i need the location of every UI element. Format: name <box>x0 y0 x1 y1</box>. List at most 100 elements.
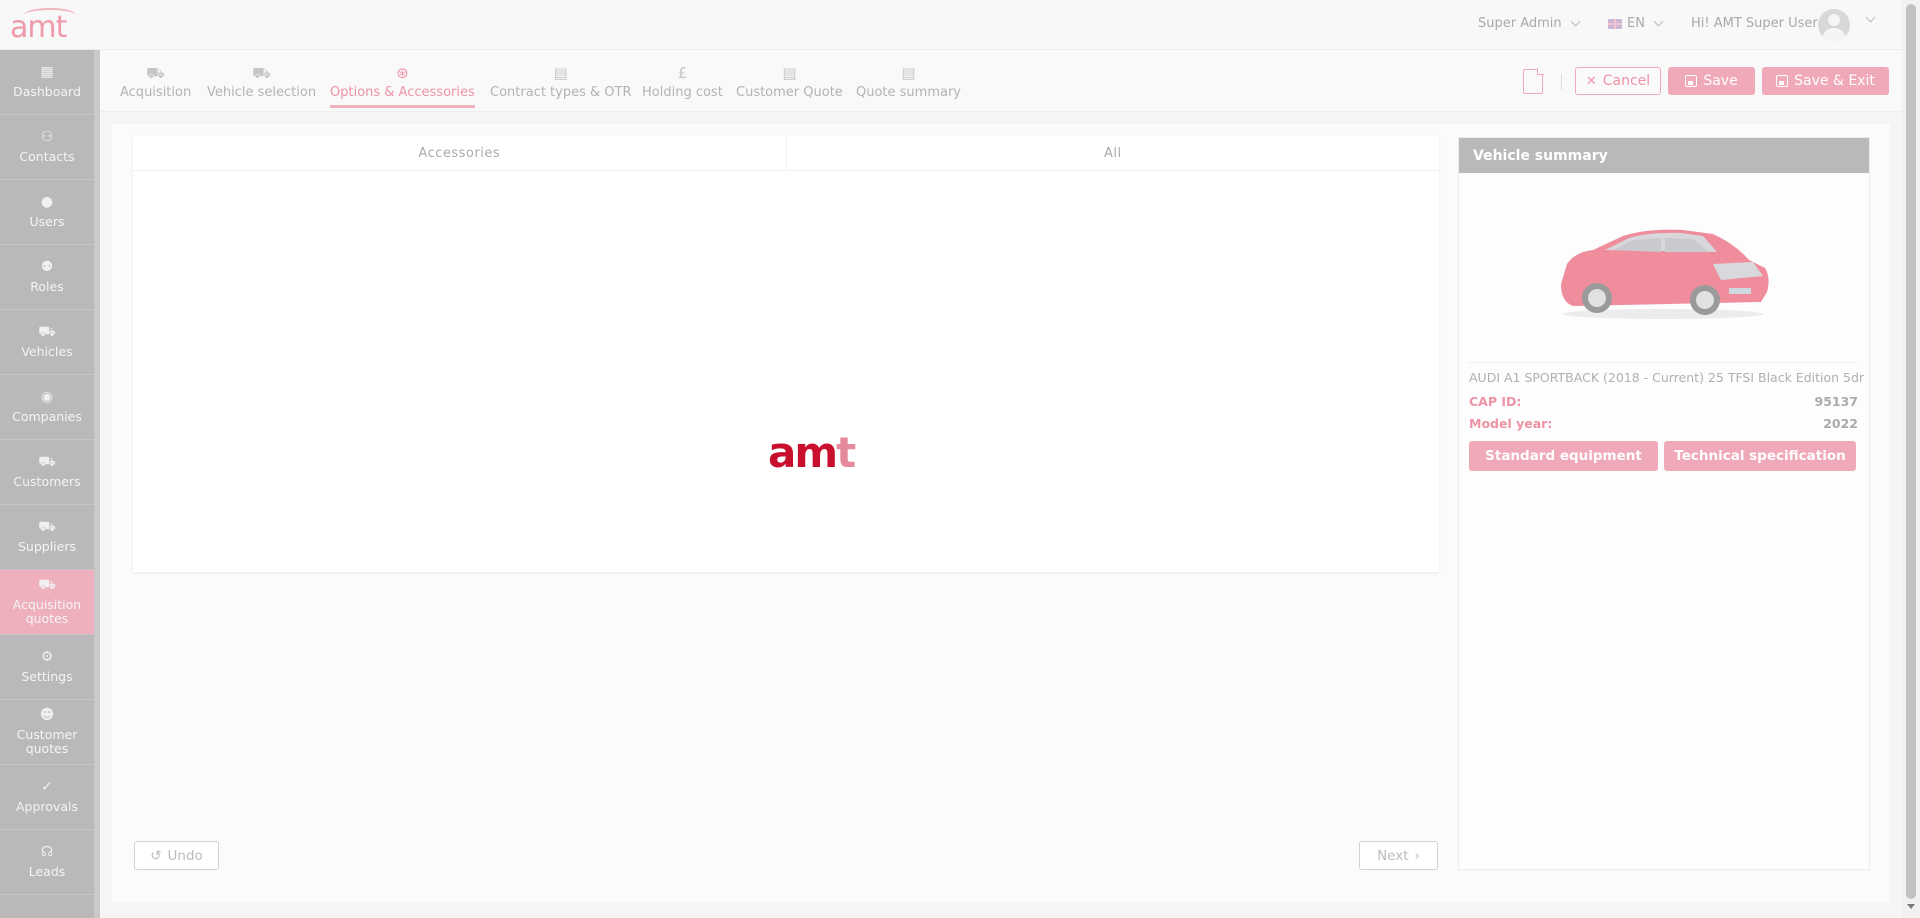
document-icon[interactable] <box>1523 68 1544 94</box>
step-vehicle-selection[interactable]: ⛟ Vehicle selection <box>207 64 316 100</box>
options-icon: ⊛ <box>396 64 409 82</box>
sidebar-item-dashboard[interactable]: ▦ Dashboard <box>0 50 94 115</box>
close-icon: ✕ <box>1585 73 1597 89</box>
tab-all[interactable]: All <box>785 136 1440 170</box>
model-year-row: Model year: 2022 <box>1469 416 1858 431</box>
next-button[interactable]: Next › <box>1359 841 1438 870</box>
pound-icon: £ <box>677 64 688 82</box>
cap-id-value: 95137 <box>1814 394 1859 409</box>
sidebar-item-label: Settings <box>21 669 73 684</box>
top-header: amt Super Admin EN Hi! AMT Super User <box>0 0 1902 50</box>
save-exit-button[interactable]: Save & Exit <box>1762 67 1889 95</box>
sidebar-item-contacts[interactable]: ⚇ Contacts <box>0 115 94 180</box>
sidebar-item-label: Companies <box>12 409 82 424</box>
technical-specification-button[interactable]: Technical specification <box>1664 441 1856 471</box>
sidebar-item-label: Leads <box>28 864 66 879</box>
page-scrollbar[interactable] <box>1902 0 1920 918</box>
tab-label: Accessories <box>418 145 501 161</box>
user-menu-chevron-icon[interactable] <box>1865 12 1876 23</box>
user-avatar[interactable] <box>1818 9 1850 41</box>
user-icon: ● <box>40 194 54 210</box>
sidebar-item-label: Vehicles <box>21 344 73 359</box>
language-dropdown[interactable]: EN <box>1608 16 1664 31</box>
step-contract-types-otr[interactable]: ▤ Contract types & OTR <box>490 64 631 100</box>
chevron-down-icon <box>1653 16 1664 27</box>
sidebar-item-suppliers[interactable]: ⛟ Suppliers <box>0 505 94 570</box>
sidebar-item-roles[interactable]: ⚉ Roles <box>0 245 94 310</box>
summary-doc-icon: ▤ <box>901 64 916 82</box>
step-customer-quote[interactable]: ▤ Customer Quote <box>736 64 843 100</box>
sidebar-item-label: Users <box>29 214 65 229</box>
roles-icon: ⚉ <box>40 259 54 275</box>
sidebar-item-users[interactable]: ● Users <box>0 180 94 245</box>
quote-steps-bar: ⛟ Acquisition ⛟ Vehicle selection ⊛ Opti… <box>100 50 1902 112</box>
quote-icon: ▤ <box>782 64 797 82</box>
approvals-icon: ✓ <box>41 779 53 795</box>
logo-text: amt <box>10 10 67 45</box>
vehicle-image <box>1561 229 1769 319</box>
undo-icon: ↺ <box>150 847 162 864</box>
undo-label: Undo <box>167 847 203 864</box>
car-icon: ⛟ <box>252 64 271 82</box>
save-icon <box>1685 75 1698 87</box>
step-label: Acquisition <box>120 85 192 100</box>
greeting-text: Hi! AMT Super User <box>1691 16 1818 31</box>
sidebar-item-label: Suppliers <box>17 539 76 554</box>
options-tabs: Accessories All <box>133 136 1439 171</box>
sidebar-item-approvals[interactable]: ✓ Approvals <box>0 765 94 830</box>
step-quote-summary[interactable]: ▤ Quote summary <box>856 64 961 100</box>
sidebar-item-label: Customers <box>13 474 81 489</box>
acquisition-icon: ⛟ <box>146 64 166 82</box>
scrollbar-thumb[interactable] <box>1906 4 1916 899</box>
sidebar-item-label: Acquisition quotes <box>12 597 82 626</box>
image-divider <box>1468 362 1858 363</box>
sidebar: ▦ Dashboard ⚇ Contacts ● Users ⚉ Roles ⛟… <box>0 50 94 918</box>
save-exit-icon <box>1776 75 1789 87</box>
model-year-label: Model year: <box>1469 416 1553 431</box>
undo-button[interactable]: ↺ Undo <box>134 841 219 870</box>
save-button[interactable]: Save <box>1668 67 1755 95</box>
sidebar-item-companies[interactable]: ◉ Companies <box>0 375 94 440</box>
car-icon: ⛟ <box>38 324 56 340</box>
sidebar-item-acquisition-quotes[interactable]: ⛟ Acquisition quotes <box>0 570 94 635</box>
next-label: Next <box>1377 847 1409 864</box>
step-label: Quote summary <box>856 85 961 100</box>
headset-icon: ☊ <box>40 844 54 860</box>
chevron-down-icon <box>1570 16 1581 27</box>
language-label: EN <box>1627 16 1645 31</box>
save-exit-label: Save & Exit <box>1794 73 1875 89</box>
sidebar-item-customers[interactable]: ⛟ Customers <box>0 440 94 505</box>
tab-accessories[interactable]: Accessories <box>133 136 786 170</box>
role-label: Super Admin <box>1478 16 1562 31</box>
vehicle-name: AUDI A1 SPORTBACK (2018 - Current) 25 TF… <box>1469 370 1865 385</box>
standard-equipment-button[interactable]: Standard equipment <box>1469 441 1658 471</box>
sidebar-item-customer-quotes[interactable]: ☻ Customer quotes <box>0 700 94 765</box>
sidebar-item-label: Customer quotes <box>16 727 78 756</box>
sidebar-item-leads[interactable]: ☊ Leads <box>0 830 94 895</box>
sidebar-item-settings[interactable]: ⚙ Settings <box>0 635 94 700</box>
sidebar-item-label: Dashboard <box>13 84 81 99</box>
step-acquisition[interactable]: ⛟ Acquisition <box>120 64 191 100</box>
acquisition-quotes-icon: ⛟ <box>38 577 56 593</box>
role-dropdown[interactable]: Super Admin <box>1478 16 1581 31</box>
loading-logo: amt <box>768 428 856 477</box>
sidebar-item-vehicles[interactable]: ⛟ Vehicles <box>0 310 94 375</box>
amt-logo[interactable]: amt <box>10 6 88 45</box>
vehicle-summary-title: Vehicle summary <box>1459 138 1869 173</box>
user-greeting[interactable]: Hi! AMT Super User <box>1691 16 1818 31</box>
scroll-down-arrow-icon[interactable] <box>1907 904 1915 909</box>
customer-quotes-icon: ☻ <box>39 707 55 723</box>
contacts-icon: ⚇ <box>40 129 54 145</box>
companies-icon: ◉ <box>40 389 54 405</box>
step-label: Customer Quote <box>736 85 843 100</box>
cap-id-row: CAP ID: 95137 <box>1469 394 1858 409</box>
uk-flag-icon <box>1608 18 1622 29</box>
step-holding-cost[interactable]: £ Holding cost <box>642 64 723 100</box>
chevron-right-icon: › <box>1414 847 1420 864</box>
step-options-accessories[interactable]: ⊛ Options & Accessories <box>330 64 475 108</box>
sidebar-item-label: Approvals <box>16 799 78 814</box>
sidebar-item-label: Contacts <box>19 149 75 164</box>
cap-id-label: CAP ID: <box>1469 394 1522 409</box>
tab-label: All <box>1103 145 1122 161</box>
cancel-button[interactable]: ✕ Cancel <box>1575 67 1661 95</box>
